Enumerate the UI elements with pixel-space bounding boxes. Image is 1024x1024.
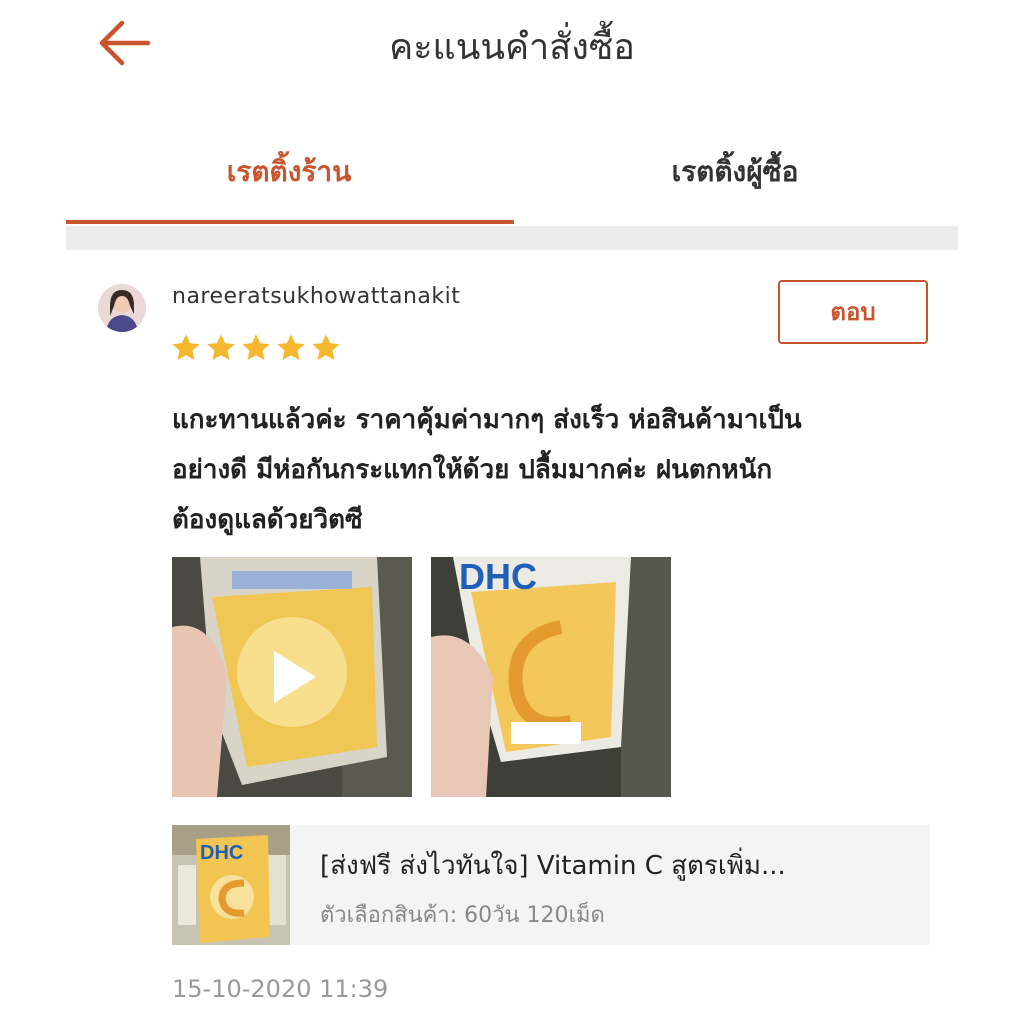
review-text: แกะทานแล้วค่ะ ราคาคุ้มค่ามากๆ ส่งเร็ว ห่… (172, 395, 942, 545)
section-divider (66, 226, 958, 250)
svg-text:DHC: DHC (200, 842, 243, 864)
tab-buyer-rating[interactable]: เรตติ้งผู้ซื้อ (512, 150, 958, 194)
star-icon (277, 334, 305, 360)
header-bar: คะแนนคำสั่งซื้อ (0, 0, 1024, 90)
review-text-line: ต้องดูแลด้วยวิตซี (172, 505, 363, 535)
reply-button[interactable]: ตอบ (778, 280, 928, 344)
reviewer-username: nareeratsukhowattanakit (172, 284, 461, 309)
play-icon (274, 651, 316, 703)
star-icon (312, 334, 340, 360)
avatar[interactable] (98, 284, 146, 332)
product-name: [ส่งฟรี ส่งไวทันใจ] Vitamin C สูตรเพิ่ม.… (320, 851, 786, 881)
review-photo[interactable]: DHC (431, 557, 671, 797)
review-timestamp: 15-10-2020 11:39 (172, 975, 389, 1003)
star-icon (207, 334, 235, 360)
active-tab-indicator (66, 220, 514, 224)
star-icon (242, 334, 270, 360)
page-title: คะแนนคำสั่งซื้อ (389, 27, 635, 68)
svg-text:DHC: DHC (459, 557, 537, 597)
review-text-line: แกะทานแล้วค่ะ ราคาคุ้มค่ามากๆ ส่งเร็ว ห่… (172, 405, 802, 435)
product-variant: ตัวเลือกสินค้า: 60วัน 120เม็ด (320, 903, 605, 928)
star-rating (170, 332, 342, 364)
review-text-line: อย่างดี มีห่อกันกระแทกให้ด้วย ปลื้มมากค่… (172, 455, 773, 485)
product-card[interactable]: DHC [ส่งฟรี ส่งไวทันใจ] Vitamin C สูตรเพ… (172, 825, 930, 945)
rating-tabs: เรตติ้งร้าน เรตติ้งผู้ซื้อ (66, 130, 958, 230)
tab-shop-rating[interactable]: เรตติ้งร้าน (66, 150, 512, 194)
star-icon (172, 334, 200, 360)
product-thumbnail: DHC (172, 825, 290, 945)
review-video-thumbnail[interactable] (172, 557, 412, 797)
